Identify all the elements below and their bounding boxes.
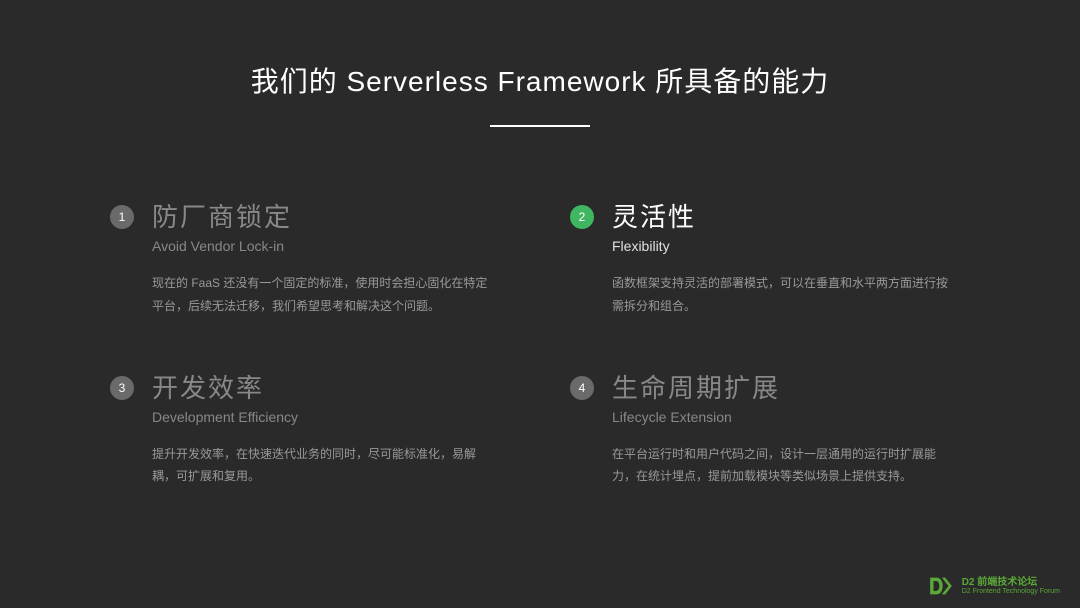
capability-item: 1 防厂商锁定 Avoid Vendor Lock-in 现在的 FaaS 还没… [110,197,510,318]
item-title-en: Development Efficiency [152,409,510,425]
item-description: 函数框架支持灵活的部署模式，可以在垂直和水平两方面进行按需拆分和组合。 [612,272,952,318]
capability-grid: 1 防厂商锁定 Avoid Vendor Lock-in 现在的 FaaS 还没… [0,127,1080,488]
item-number-badge: 3 [110,376,134,400]
item-number-badge: 1 [110,205,134,229]
footer-title: D2 前端技术论坛 [962,577,1060,588]
item-title-cn: 开发效率 [152,368,510,405]
item-title-cn: 灵活性 [612,197,970,234]
item-title-en: Lifecycle Extension [612,409,970,425]
item-title-cn: 生命周期扩展 [612,368,970,405]
item-title-en: Flexibility [612,238,970,254]
d2-logo-icon [928,576,954,596]
footer-text: D2 前端技术论坛 D2 Frontend Technology Forum [962,577,1060,596]
item-number-badge: 4 [570,376,594,400]
item-content: 防厂商锁定 Avoid Vendor Lock-in 现在的 FaaS 还没有一… [152,197,510,318]
page-title: 我们的 Serverless Framework 所具备的能力 [0,0,1080,100]
item-description: 现在的 FaaS 还没有一个固定的标准，使用时会担心固化在特定平台，后续无法迁移… [152,272,492,318]
item-title-en: Avoid Vendor Lock-in [152,238,510,254]
capability-item: 2 灵活性 Flexibility 函数框架支持灵活的部署模式，可以在垂直和水平… [570,197,970,318]
item-number-badge: 2 [570,205,594,229]
item-content: 灵活性 Flexibility 函数框架支持灵活的部署模式，可以在垂直和水平两方… [612,197,970,318]
footer: D2 前端技术论坛 D2 Frontend Technology Forum [928,576,1060,596]
item-content: 生命周期扩展 Lifecycle Extension 在平台运行时和用户代码之间… [612,368,970,489]
item-description: 提升开发效率，在快速迭代业务的同时，尽可能标准化，易解耦，可扩展和复用。 [152,443,492,489]
capability-item: 3 开发效率 Development Efficiency 提升开发效率，在快速… [110,368,510,489]
capability-item: 4 生命周期扩展 Lifecycle Extension 在平台运行时和用户代码… [570,368,970,489]
item-description: 在平台运行时和用户代码之间，设计一层通用的运行时扩展能力，在统计埋点，提前加载模… [612,443,952,489]
footer-subtitle: D2 Frontend Technology Forum [962,588,1060,596]
item-content: 开发效率 Development Efficiency 提升开发效率，在快速迭代… [152,368,510,489]
item-title-cn: 防厂商锁定 [152,197,510,234]
